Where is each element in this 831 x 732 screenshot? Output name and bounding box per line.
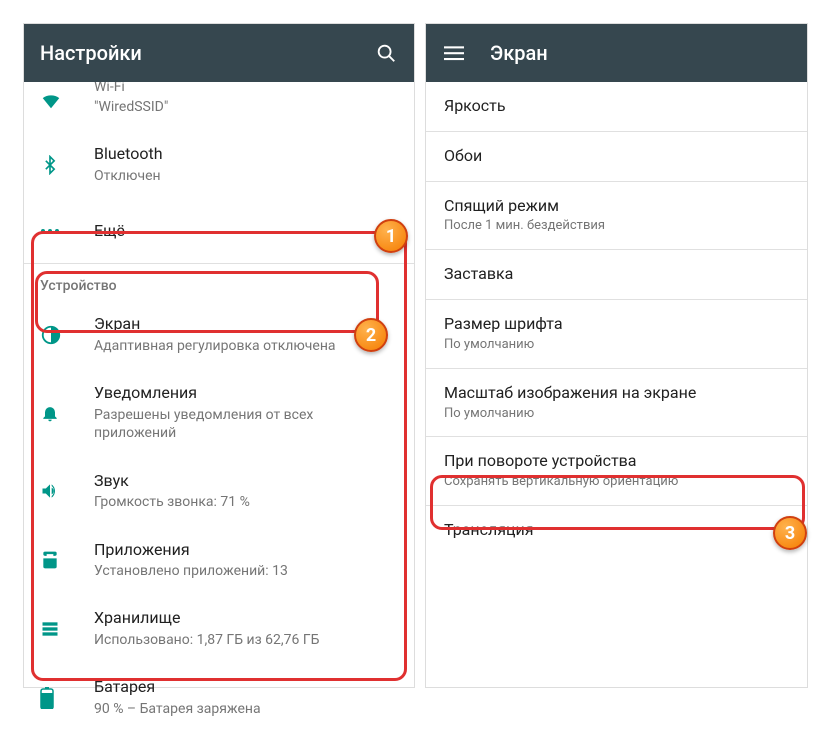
sleep-row[interactable]: Спящий режим После 1 мин. бездействия (426, 182, 807, 251)
displayscale-title: Масштаб изображения на экране (444, 383, 789, 404)
battery-row[interactable]: Батарея 90 % – Батарея заряжена (24, 663, 414, 732)
appbar-title: Настройки (40, 41, 374, 65)
displayscale-sub: По умолчанию (444, 406, 789, 423)
appbar-display-title: Экран (490, 41, 791, 65)
wifi-sub: "WiredSSID" (94, 98, 398, 116)
more-title: Ещё (94, 221, 398, 242)
rotation-sub: Сохранять вертикальную ориентацию (444, 474, 789, 491)
brightness-row[interactable]: Яркость (426, 82, 807, 132)
menu-icon[interactable] (442, 41, 466, 65)
section-device: Устройство (24, 264, 414, 300)
fontsize-sub: По умолчанию (444, 337, 789, 354)
notifications-row[interactable]: Уведомления Разрешены уведомления от все… (24, 369, 414, 456)
appbar-settings: Настройки (24, 24, 414, 82)
phone-settings: Настройки Wi-Fi "WiredSSID" Bluetooth От… (23, 23, 415, 688)
sound-row[interactable]: Звук Громкость звонка: 71 % (24, 457, 414, 526)
more-row[interactable]: Ещё (24, 199, 414, 263)
battery-icon (40, 687, 80, 709)
bluetooth-sub: Отключен (94, 167, 398, 185)
brightness-title: Яркость (444, 96, 789, 117)
rotation-row[interactable]: При повороте устройства Сохранять вертик… (426, 437, 807, 506)
apps-title: Приложения (94, 540, 398, 561)
search-icon[interactable] (374, 41, 398, 65)
sleep-title: Спящий режим (444, 196, 789, 217)
fontsize-title: Размер шрифта (444, 314, 789, 335)
settings-list: Wi-Fi "WiredSSID" Bluetooth Отключен Ещё… (24, 82, 414, 732)
storage-title: Хранилище (94, 608, 398, 629)
display-list: Яркость Обои Спящий режим После 1 мин. б… (426, 82, 807, 555)
wallpaper-title: Обои (444, 146, 789, 167)
displayscale-row[interactable]: Масштаб изображения на экране По умолчан… (426, 369, 807, 438)
display-sub: Адаптивная регулировка отключена (94, 337, 398, 355)
sound-title: Звук (94, 471, 398, 492)
fontsize-row[interactable]: Размер шрифта По умолчанию (426, 300, 807, 369)
sleep-sub: После 1 мин. бездействия (444, 218, 789, 235)
appbar-display: Экран (426, 24, 807, 82)
wifi-icon (40, 89, 80, 111)
bluetooth-title: Bluetooth (94, 144, 398, 165)
notifications-icon (40, 403, 80, 423)
wifi-title: Wi-Fi (94, 82, 398, 96)
cast-title: Трансляция (444, 520, 789, 541)
display-title: Экран (94, 314, 398, 335)
bluetooth-icon (40, 155, 80, 175)
more-icon (40, 228, 80, 234)
battery-title: Батарея (94, 677, 398, 698)
wallpaper-row[interactable]: Обои (426, 132, 807, 182)
storage-sub: Использовано: 1,87 ГБ из 62,76 ГБ (94, 631, 398, 649)
battery-sub: 90 % – Батарея заряжена (94, 700, 398, 718)
display-row[interactable]: Экран Адаптивная регулировка отключена (24, 300, 414, 369)
rotation-title: При повороте устройства (444, 451, 789, 472)
cast-row[interactable]: Трансляция (426, 506, 807, 555)
storage-row[interactable]: Хранилище Использовано: 1,87 ГБ из 62,76… (24, 594, 414, 663)
screensaver-row[interactable]: Заставка (426, 250, 807, 300)
phone-display: Экран Яркость Обои Спящий режим После 1 … (425, 23, 808, 688)
wifi-row[interactable]: Wi-Fi "WiredSSID" (24, 82, 414, 130)
storage-icon (40, 619, 80, 639)
apps-icon (40, 550, 80, 570)
bluetooth-row[interactable]: Bluetooth Отключен (24, 130, 414, 199)
screensaver-title: Заставка (444, 264, 789, 285)
notifications-sub: Разрешены уведомления от всех приложений (94, 406, 398, 442)
sound-sub: Громкость звонка: 71 % (94, 493, 398, 511)
display-icon (40, 324, 80, 346)
notifications-title: Уведомления (94, 383, 398, 404)
apps-sub: Установлено приложений: 13 (94, 562, 398, 580)
sound-icon (40, 481, 80, 501)
apps-row[interactable]: Приложения Установлено приложений: 13 (24, 526, 414, 595)
